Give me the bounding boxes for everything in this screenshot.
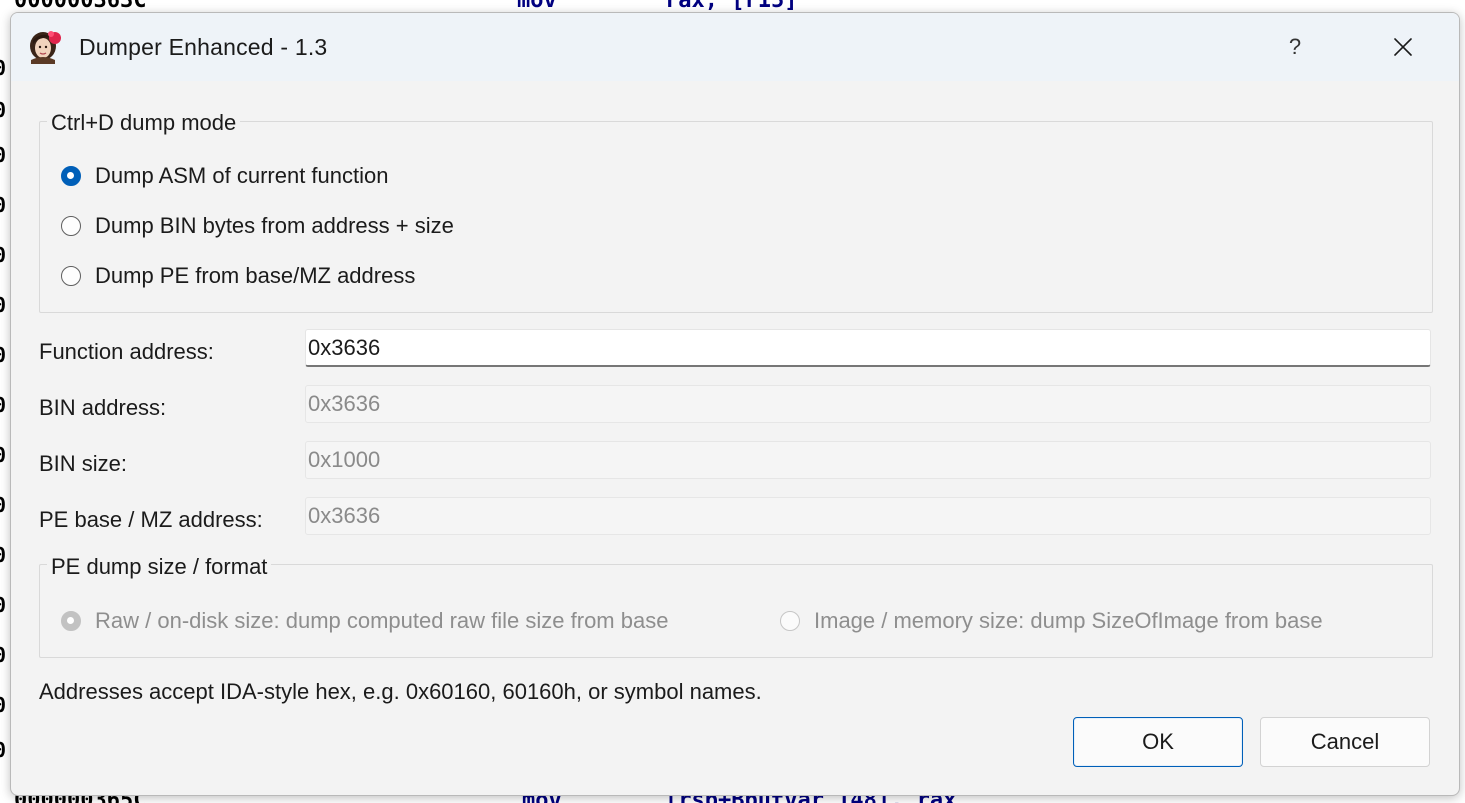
radio-unchecked-icon (61, 216, 81, 236)
bin-size-label: BIN size: (39, 451, 128, 476)
radio-unchecked-icon (780, 611, 800, 631)
bg-top-address: 000000363C (14, 0, 147, 13)
bg-left-glyph: 0 (0, 293, 7, 317)
bg-left-glyph: 0 (0, 56, 7, 80)
dump-mode-group-title: Ctrl+D dump mode (47, 110, 241, 136)
radio-unchecked-icon (61, 266, 81, 286)
help-button[interactable]: ? (1273, 27, 1317, 67)
bg-left-glyph: 0 (0, 593, 7, 617)
function-address-input[interactable]: 0x3636 (305, 329, 1431, 367)
bin-size-input[interactable]: 0x1000 (305, 441, 1431, 479)
bin-address-label: BIN address: (39, 395, 167, 420)
radio-label: Raw / on-disk size: dump computed raw fi… (95, 608, 669, 633)
bg-left-glyph: 0 (0, 493, 7, 517)
close-icon (1394, 38, 1412, 56)
bg-left-glyph: 0 (0, 243, 7, 267)
close-button[interactable] (1381, 27, 1425, 67)
bg-left-glyph: 0 (0, 193, 7, 217)
pe-base-input[interactable]: 0x3636 (305, 497, 1431, 535)
radio-checked-icon (61, 166, 81, 186)
dialog-title: Dumper Enhanced - 1.3 (79, 34, 328, 60)
bg-left-glyph: 0 (0, 738, 7, 762)
title-bar[interactable]: Dumper Enhanced - 1.3 ? (11, 13, 1459, 81)
bg-left-glyph: 0 (0, 443, 7, 467)
function-address-label: Function address: (39, 339, 214, 364)
lady-portrait-icon (30, 31, 61, 64)
bg-left-glyph: 0 (0, 143, 7, 167)
bg-left-glyph: 0 (0, 543, 7, 567)
bg-left-glyph: 0 (0, 693, 7, 717)
bg-left-glyph: 0 (0, 643, 7, 667)
dumper-dialog: Dumper Enhanced - 1.3 ? Ctrl+D dump mode… (10, 12, 1460, 796)
radio-checked-icon (61, 611, 81, 631)
pe-format-group-title: PE dump size / format (47, 554, 272, 580)
radio-dump-bin[interactable]: Dump BIN bytes from address + size (61, 213, 454, 239)
address-hint-text: Addresses accept IDA-style hex, e.g. 0x6… (39, 679, 762, 704)
radio-dump-asm[interactable]: Dump ASM of current function (61, 163, 388, 189)
bg-top-mnemonic: mov (517, 0, 557, 13)
bg-left-glyph: 0 (0, 98, 7, 122)
radio-label: Dump BIN bytes from address + size (95, 213, 454, 238)
radio-label: Image / memory size: dump SizeOfImage fr… (814, 608, 1323, 633)
ok-button[interactable]: OK (1073, 717, 1243, 767)
radio-label: Dump ASM of current function (95, 163, 389, 188)
pe-base-label: PE base / MZ address: (39, 507, 263, 532)
bin-address-input[interactable]: 0x3636 (305, 385, 1431, 423)
bg-top-operands: rax, [r15] (665, 0, 798, 13)
radio-dump-pe[interactable]: Dump PE from base/MZ address (61, 263, 415, 289)
bg-left-glyph: 0 (0, 343, 7, 367)
radio-label: Dump PE from base/MZ address (95, 263, 416, 288)
radio-image-size[interactable]: Image / memory size: dump SizeOfImage fr… (780, 608, 1323, 634)
cancel-button[interactable]: Cancel (1260, 717, 1430, 767)
radio-raw-size[interactable]: Raw / on-disk size: dump computed raw fi… (61, 608, 668, 634)
bg-left-glyph: 0 (0, 393, 7, 417)
